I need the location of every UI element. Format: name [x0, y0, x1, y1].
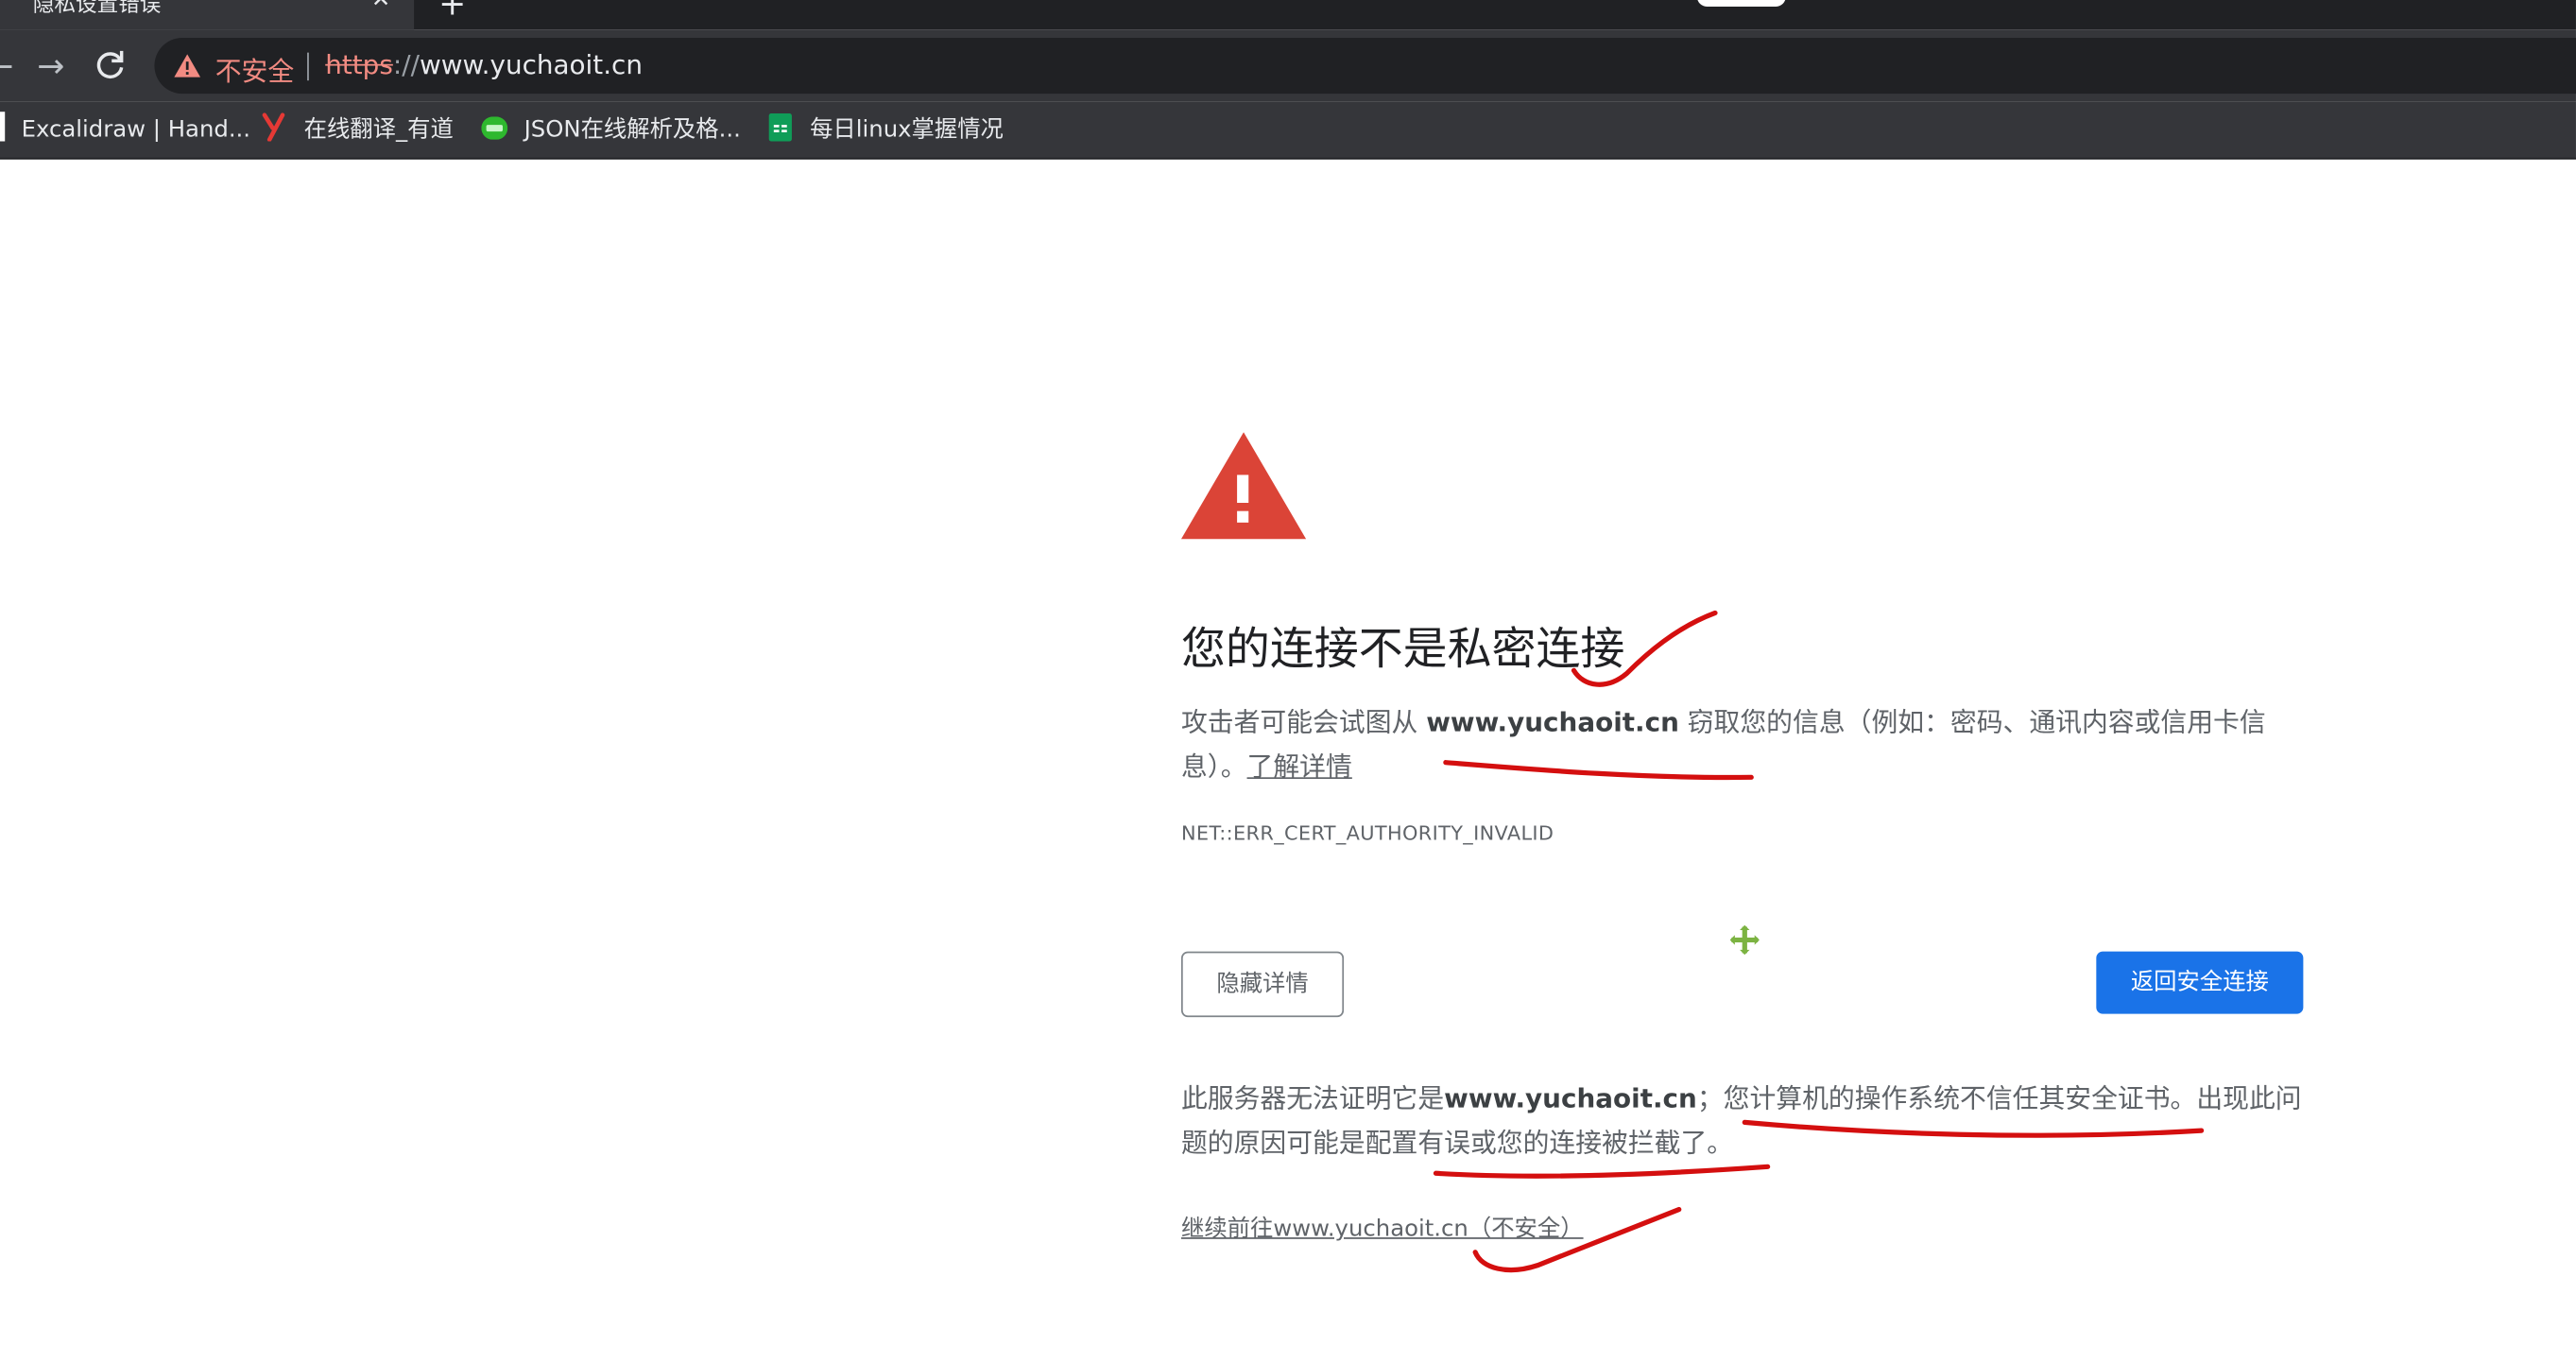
annotation-check-proceed [1472, 1206, 1682, 1273]
annotation-overlay [1433, 610, 2205, 1273]
annotation-check-heading [1571, 610, 1718, 687]
annotation-underline-config [1433, 1164, 1771, 1179]
annotation-underline-intro [1443, 760, 1754, 781]
browser-window: 隐私设置错误 ✕ + ← → 不安全 https://www.yuchaoit.… [0, 0, 2576, 1362]
annotation-underline-os [1742, 1119, 2205, 1138]
